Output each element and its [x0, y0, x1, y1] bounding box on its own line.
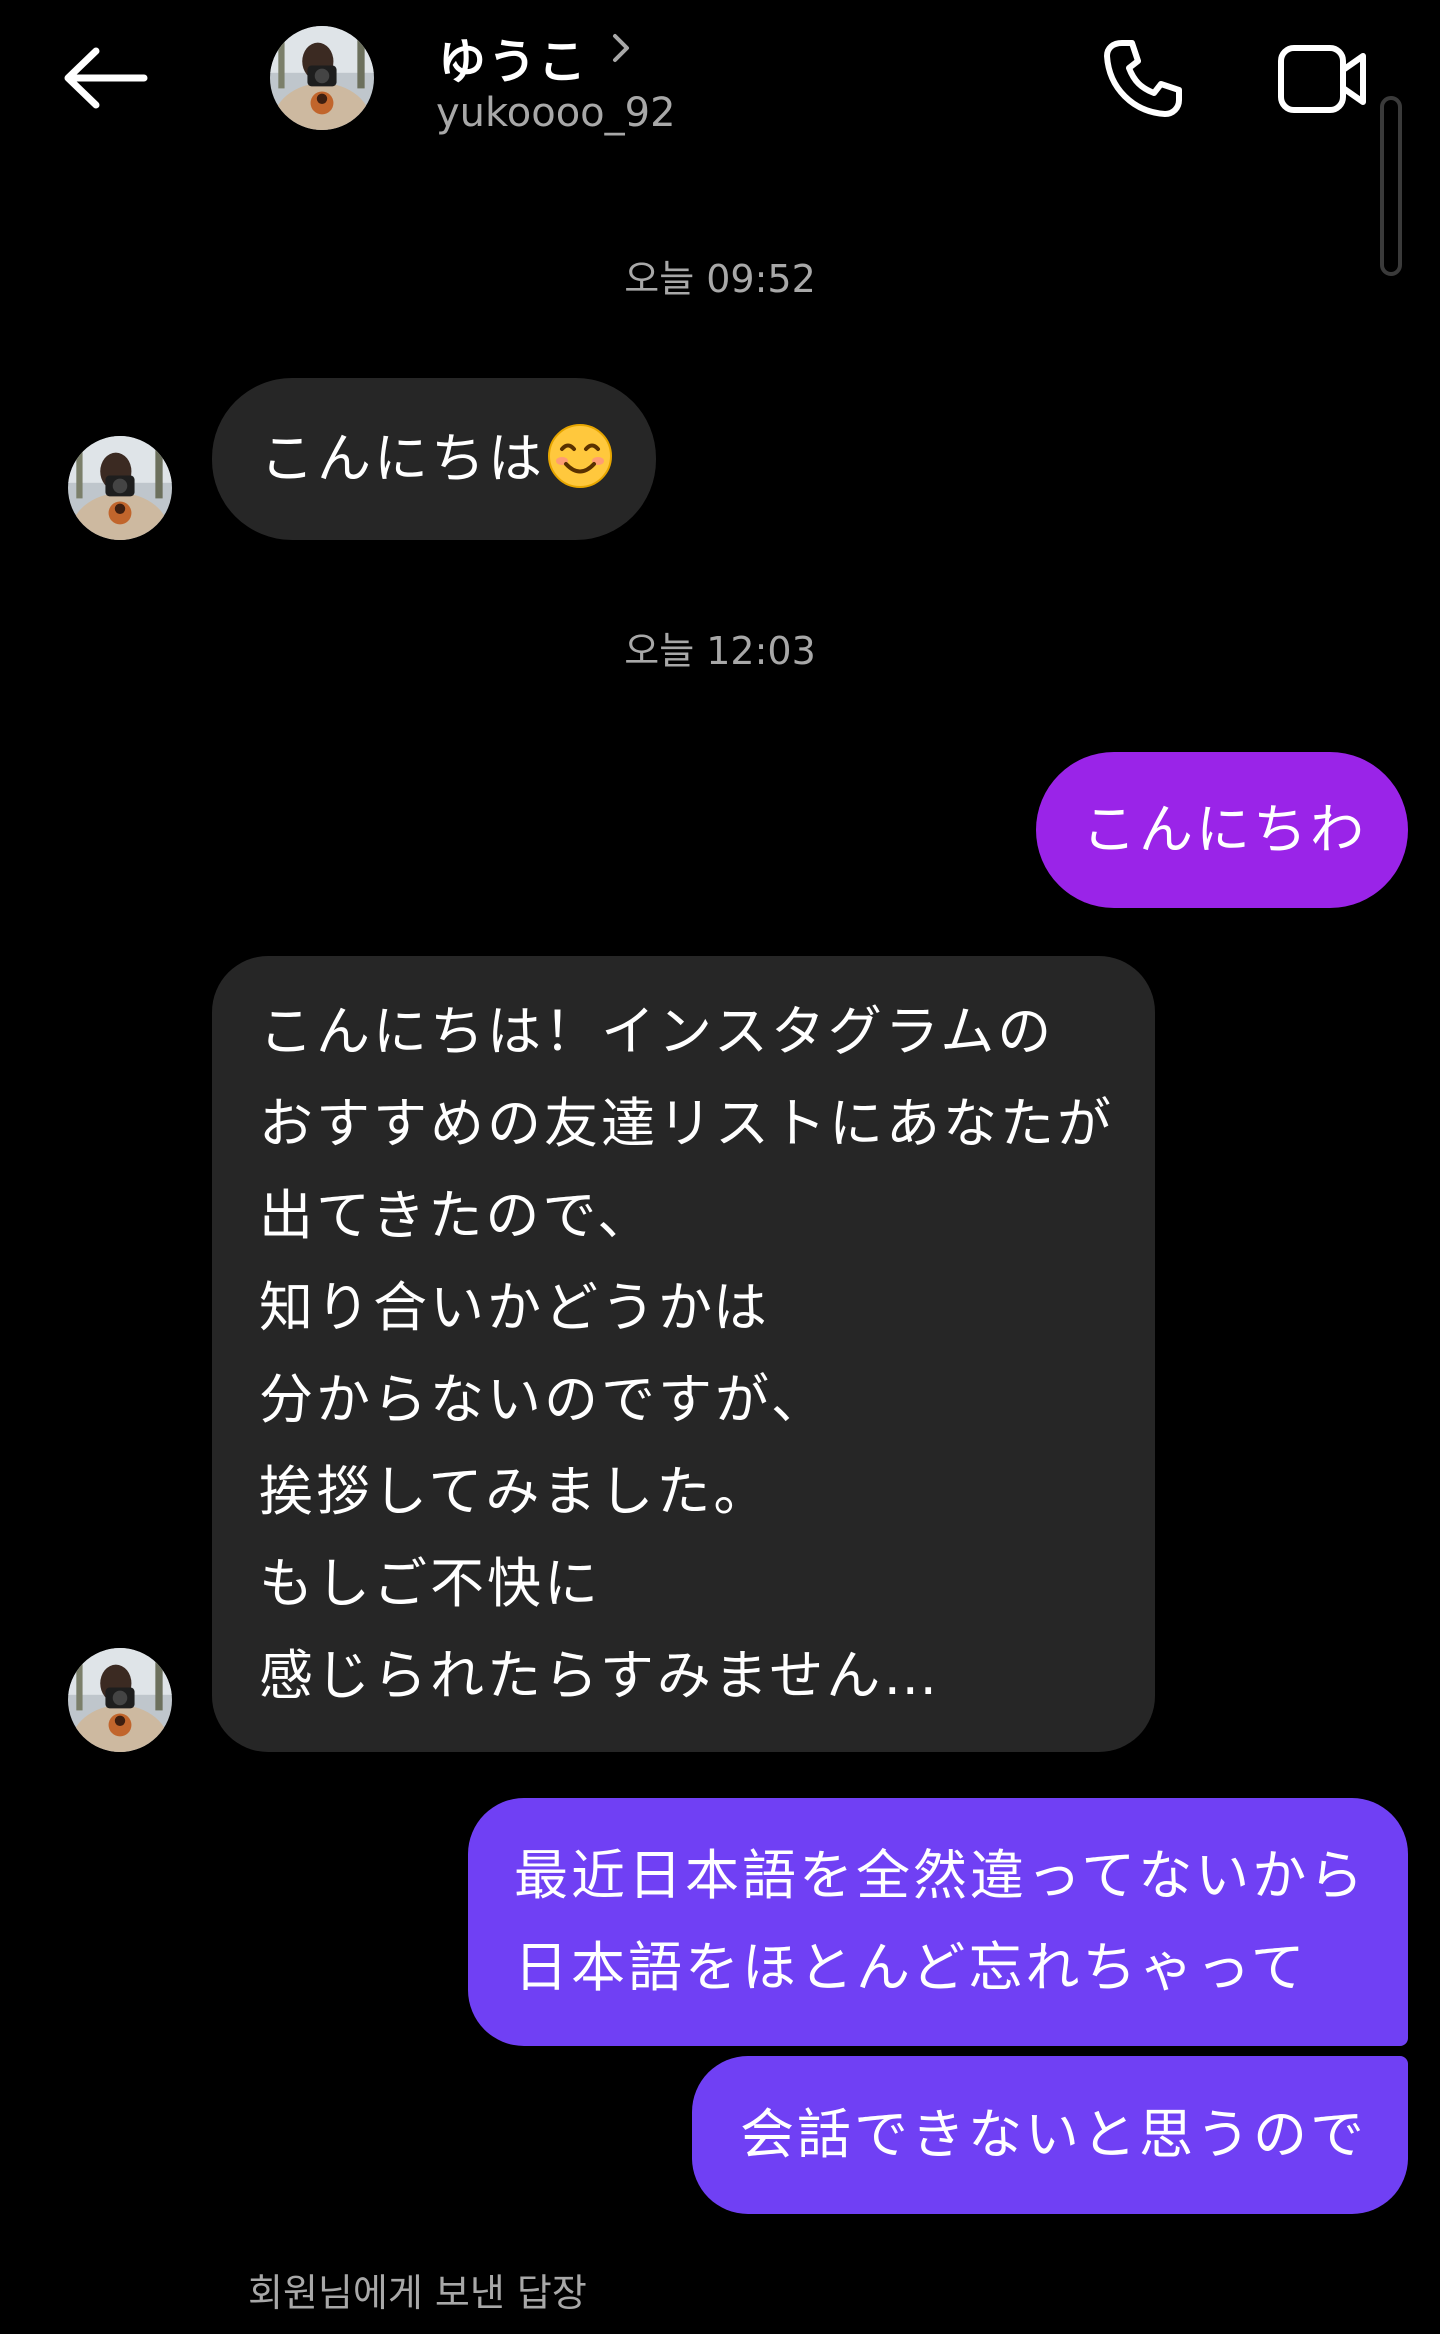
video-camera-icon [1278, 45, 1366, 113]
message-bubble-outgoing[interactable]: 最近日本語を全然違ってないから 日本語をほとんど忘れちゃって [468, 1798, 1408, 2046]
contact-name[interactable]: ゆうこ [438, 22, 588, 92]
sender-avatar[interactable] [68, 436, 172, 540]
message-bubble-incoming[interactable]: こんにちは [212, 378, 656, 540]
chevron-right-icon[interactable] [607, 26, 637, 70]
message-line: 分からないのですが、 [259, 1368, 828, 1431]
header-avatar[interactable] [270, 26, 374, 130]
message-line: もしご不快に [259, 1552, 601, 1615]
contact-username[interactable]: yukoooo_92 [436, 90, 676, 136]
message-line: 感じられたらすみません… [259, 1644, 941, 1707]
message-line: おすすめの友達リストにあなたが [259, 1092, 1114, 1155]
video-call-button[interactable] [1268, 34, 1378, 124]
message-line: 最近日本語を全然違ってないから [514, 1844, 1367, 1907]
reply-label: 회원님에게 보낸 답장 [248, 2271, 587, 2315]
message-line: 挨拶してみました。 [259, 1460, 771, 1523]
back-button[interactable] [55, 38, 155, 118]
message-text: こんにちわ [1082, 798, 1367, 861]
message-line: 出てきたので、 [259, 1184, 655, 1247]
message-line: 日本語をほとんど忘れちゃって [514, 1936, 1308, 1999]
sender-avatar[interactable] [68, 1648, 172, 1752]
timestamp: 오늘 12:03 [624, 629, 816, 673]
arrow-left-icon [64, 47, 148, 109]
message-line: こんにちは！インスタグラムの [259, 1000, 1055, 1063]
timestamp: 오늘 09:52 [624, 257, 816, 301]
message-text: こんにちは [260, 427, 545, 490]
chat-header: ゆうこ yukoooo_92 [0, 0, 1440, 276]
message-text: 会話できないと思うので [740, 2103, 1367, 2166]
message-bubble-outgoing[interactable]: 会話できないと思うので [692, 2056, 1408, 2214]
message-bubble-incoming[interactable]: こんにちは！インスタグラムの おすすめの友達リストにあなたが 出てきたので、 知… [212, 956, 1155, 1752]
call-button[interactable] [1092, 34, 1192, 124]
message-bubble-outgoing[interactable]: こんにちわ [1036, 752, 1408, 908]
message-line: 知り合いかどうかは [259, 1276, 770, 1339]
phone-icon [1104, 40, 1182, 117]
smiling-face-emoji-icon [548, 424, 612, 488]
